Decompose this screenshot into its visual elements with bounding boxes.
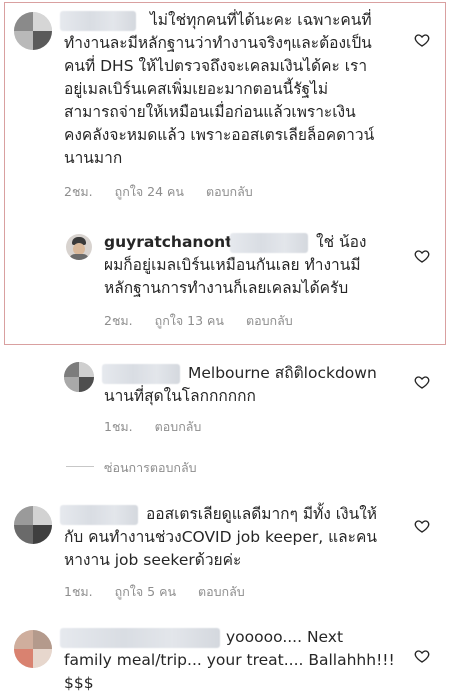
avatar[interactable] (14, 630, 52, 668)
reply-button[interactable]: ตอบกลับ (246, 313, 293, 328)
comment-time: 2ชม. (64, 184, 93, 199)
comment-text: กับ คนทำงานช่วงCOVID job keeper, และคน (64, 528, 377, 546)
redacted-username (60, 505, 138, 525)
comment-text: อยู่เมลเบิร์นเคสเพิ่มเยอะมากตอนนี้รัฐไม่ (64, 80, 329, 98)
comment-text: นานมาก (64, 149, 123, 167)
comment-text: หางาน job seekerด้วยค่ะ (64, 551, 242, 569)
avatar[interactable] (64, 362, 94, 392)
hide-replies-line (66, 466, 94, 467)
avatar[interactable] (66, 234, 92, 260)
comment-text: Melbourne สถิติlockdown (188, 364, 377, 382)
like-count[interactable]: ถูกใจ 5 คน (115, 584, 176, 599)
comment-meta: 1ชม. ตอบกลับ (104, 417, 219, 437)
comment-meta: 2ชม. ถูกใจ 24 คน ตอบกลับ (64, 182, 271, 202)
comment-text: ใช่ น้อง (316, 233, 367, 251)
comment-text: family meal/trip... your treat.... Balla… (64, 651, 395, 669)
reply-button[interactable]: ตอบกลับ (206, 184, 253, 199)
heart-outline-icon[interactable] (414, 32, 430, 48)
comment-meta: 2ชม. ถูกใจ 13 คน ตอบกลับ (104, 311, 311, 331)
comments-panel: ไม่ใช่ทุกคนที่ได้นะคะ เฉพาะคนที่ ทำงานละ… (0, 0, 457, 696)
comment-text: ไม่ใช่ทุกคนที่ได้นะคะ เฉพาะคนที่ (150, 11, 372, 29)
like-count[interactable]: ถูกใจ 13 คน (155, 313, 224, 328)
comment-text: yooooo.... Next (226, 628, 344, 646)
comment-username[interactable]: guyratchanont (104, 231, 233, 254)
comment-text: $$$ (64, 674, 94, 692)
redacted-text (230, 233, 308, 253)
comment-text: คนที่ DHS ให้ไปตรวจถึงจะเคลมเงินได้คะ เร… (64, 57, 368, 75)
redacted-username (102, 364, 180, 384)
redacted-username (60, 628, 220, 648)
comment-text: หลักฐานการทำงานก็เลยเคลมได้ครับ (104, 279, 349, 297)
comment-meta: 1ชม. ถูกใจ 5 คน ตอบกลับ (64, 582, 263, 602)
comment-text: นานที่สุดในโลกกกกกก (104, 387, 256, 405)
comment-text: ทำงานละมีหลักฐานว่าทำงานจริงๆและต้องเป็น (64, 34, 372, 52)
comment-time: 2ชม. (104, 313, 133, 328)
redacted-username (60, 11, 136, 31)
like-count[interactable]: ถูกใจ 24 คน (115, 184, 184, 199)
heart-outline-icon[interactable] (414, 248, 430, 264)
heart-outline-icon[interactable] (414, 648, 430, 664)
comment-text: ออสเตรเลียดูแลดีมากๆ มีทั้ง เงินให้ (146, 505, 378, 523)
comment-text: คงคลังจะหมดแล้ว เพราะออสเตรเลียล็อคดาวน์ (64, 126, 375, 144)
reply-button[interactable]: ตอบกลับ (198, 584, 245, 599)
avatar[interactable] (14, 12, 52, 50)
comment-text: ผมก็อยู่เมลเบิร์นเหมือนกันเลย ทำงานมี (104, 256, 361, 274)
comment-time: 1ชม. (64, 584, 93, 599)
hide-replies-button[interactable]: ซ่อนการตอบกลับ (104, 458, 197, 478)
heart-outline-icon[interactable] (414, 374, 430, 390)
reply-button[interactable]: ตอบกลับ (155, 419, 202, 434)
avatar[interactable] (14, 506, 52, 544)
comment-time: 1ชม. (104, 419, 133, 434)
heart-outline-icon[interactable] (414, 518, 430, 534)
comment-text: สามารถจ่ายให้เหมือนเมื่อก่อนแล้วเพราะเงิ… (64, 103, 356, 121)
